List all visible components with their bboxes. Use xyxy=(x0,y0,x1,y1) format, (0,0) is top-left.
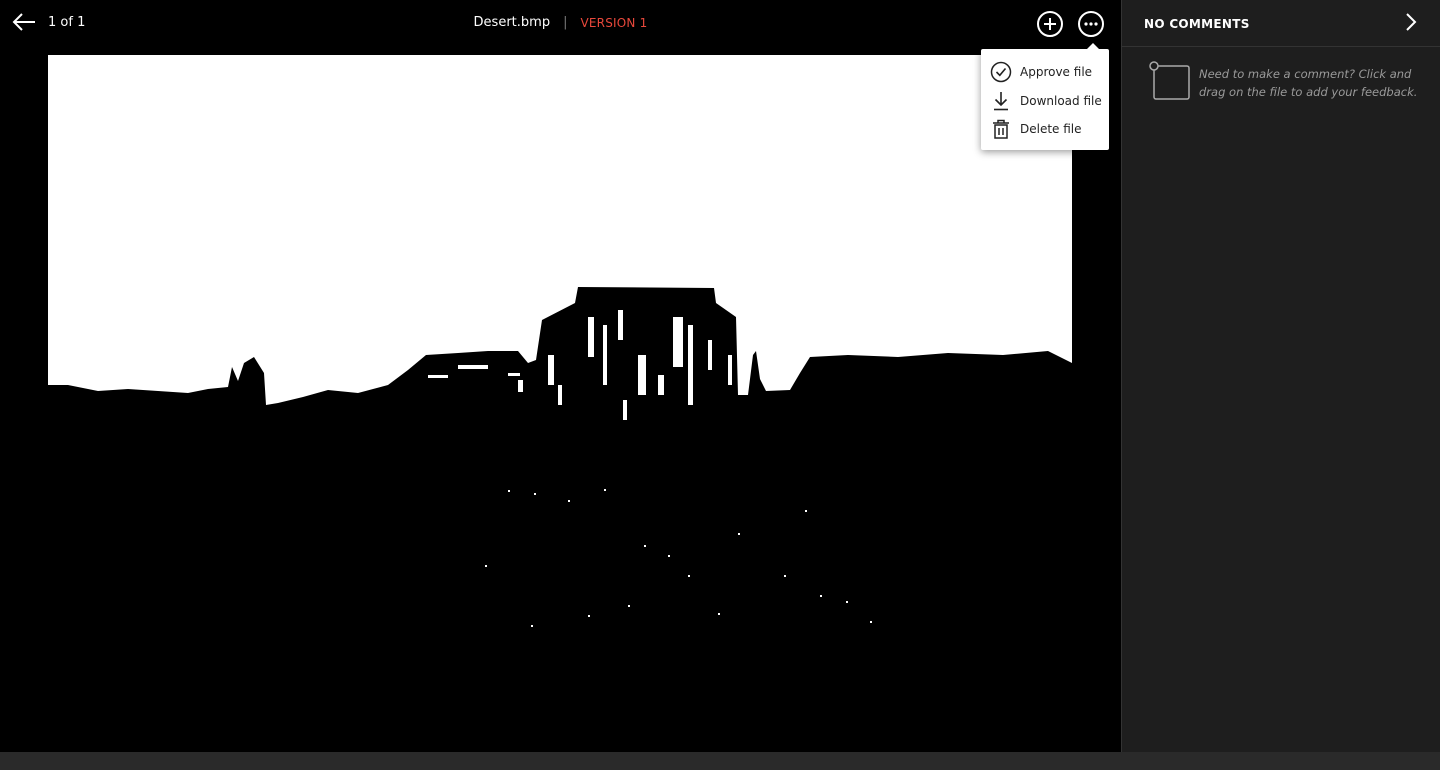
approve-file-label: Approve file xyxy=(1020,65,1093,80)
bottom-bar xyxy=(0,752,1440,770)
comments-panel: NO COMMENTS Need to make a comment? Clic… xyxy=(1121,0,1440,752)
ellipsis-circle-icon xyxy=(1078,11,1104,37)
title-separator: | xyxy=(563,15,568,30)
file-viewer: 1 of 1 Desert.bmp | VERSION 1 Approve fi… xyxy=(0,0,1121,752)
plus-circle-icon xyxy=(1037,11,1063,37)
download-icon xyxy=(994,91,1008,111)
version-label[interactable]: VERSION 1 xyxy=(580,16,647,30)
delete-file-label: Delete file xyxy=(1020,122,1082,137)
file-preview-image[interactable] xyxy=(48,55,1072,631)
trash-icon xyxy=(993,120,1009,139)
check-circle-icon xyxy=(990,62,1012,83)
file-title-bar: Desert.bmp | VERSION 1 xyxy=(0,15,1121,30)
approve-file-item[interactable]: Approve file xyxy=(981,58,1109,87)
comments-hint: Need to make a comment? Click and drag o… xyxy=(1199,67,1418,99)
desert-image xyxy=(48,55,1072,631)
comments-title: NO COMMENTS xyxy=(1144,17,1250,31)
comments-header: NO COMMENTS xyxy=(1122,0,1440,47)
download-file-item[interactable]: Download file xyxy=(981,87,1109,116)
file-name: Desert.bmp xyxy=(473,15,551,30)
delete-file-item[interactable]: Delete file xyxy=(981,115,1109,144)
collapse-panel-button[interactable] xyxy=(1402,12,1420,32)
add-button[interactable] xyxy=(1036,10,1064,38)
file-options-menu: Approve file Download file Delete file xyxy=(981,43,1109,150)
download-file-label: Download file xyxy=(1020,93,1102,108)
more-options-button[interactable] xyxy=(1077,10,1105,38)
comment-box-icon xyxy=(1149,61,1190,100)
chevron-right-icon xyxy=(1406,13,1417,31)
